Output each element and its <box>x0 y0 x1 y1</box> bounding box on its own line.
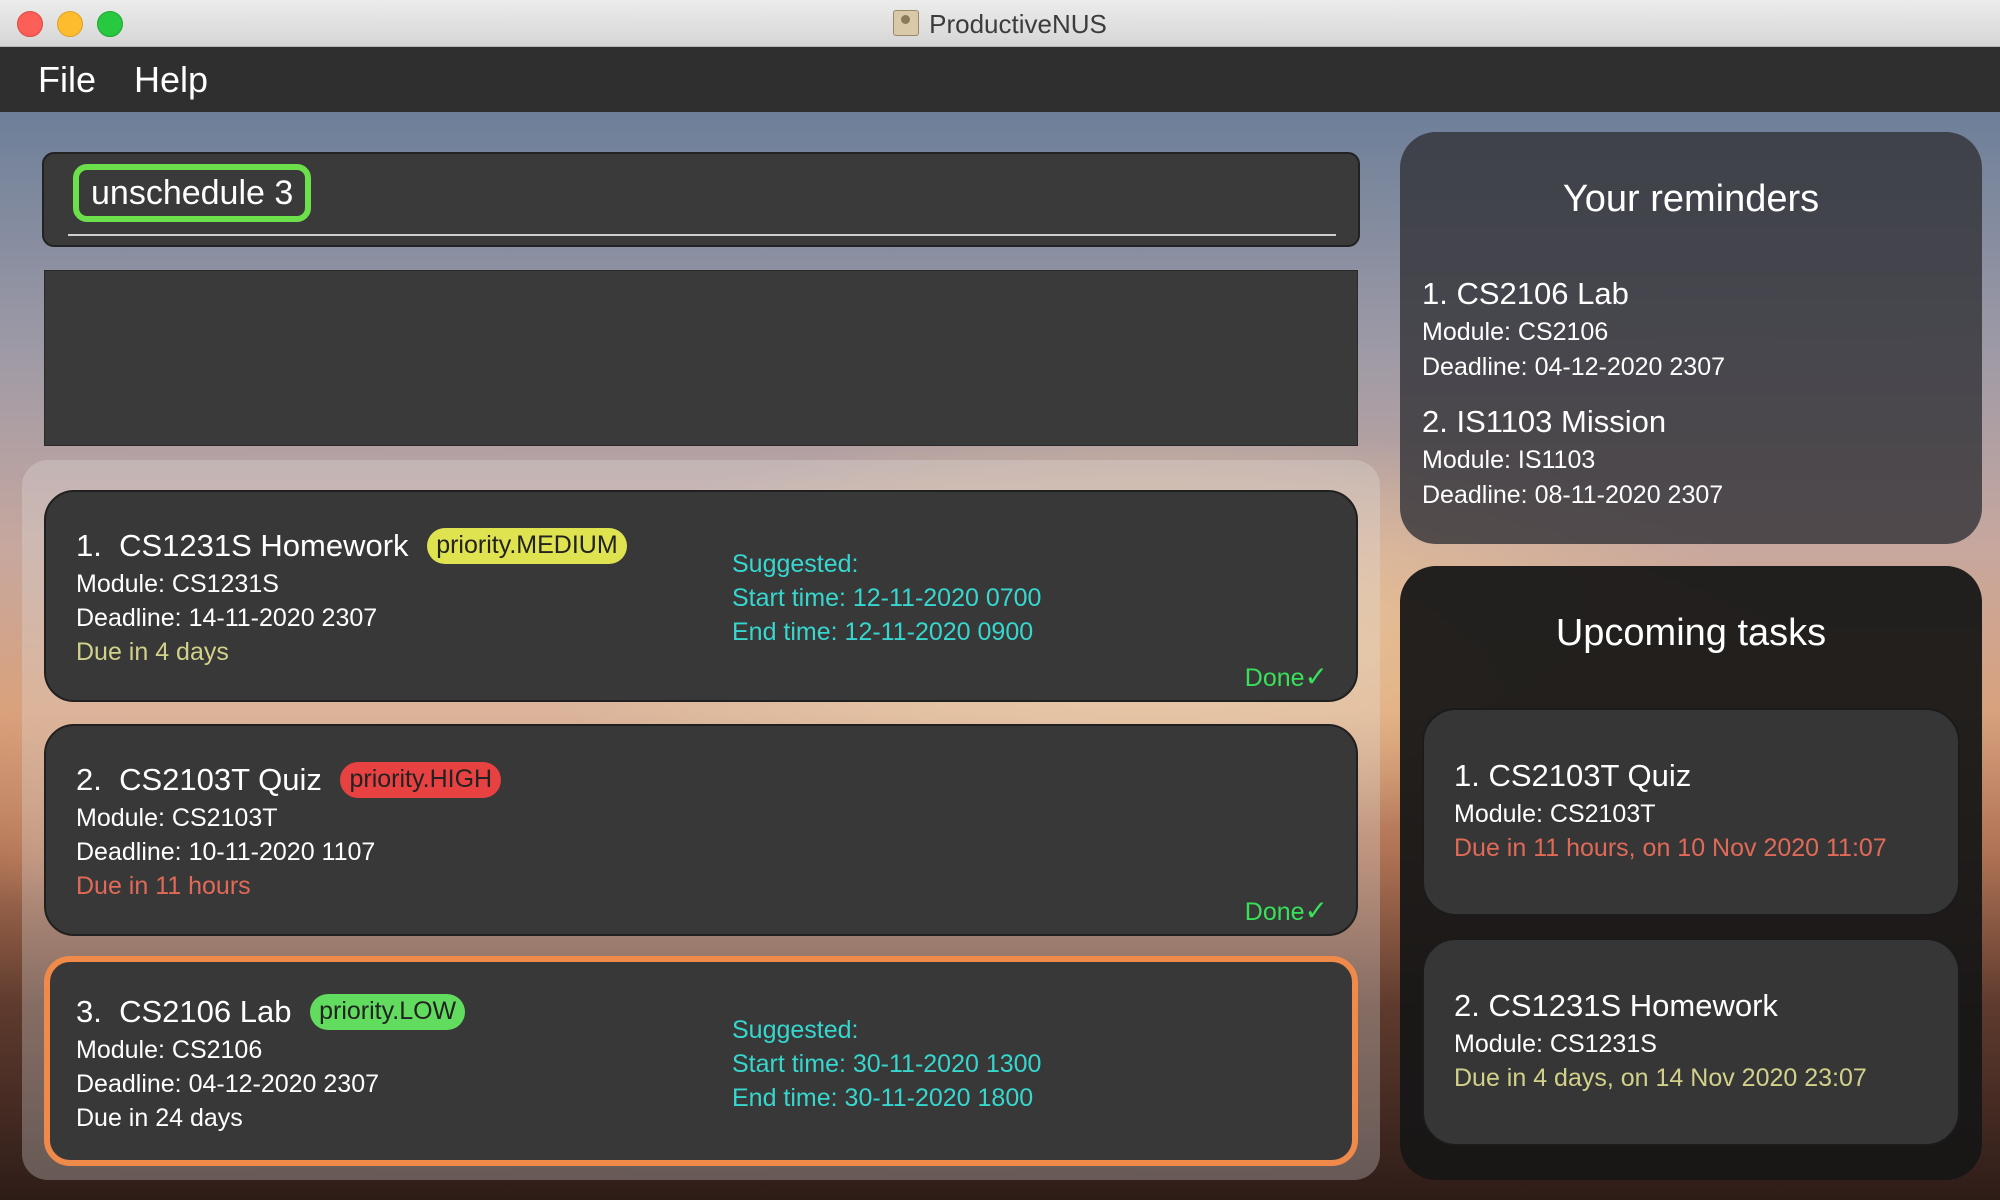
priority-badge: priority.LOW <box>310 994 466 1030</box>
window-title: ProductiveNUS <box>929 9 1107 39</box>
suggested-end: End time: 12-11-2020 0900 <box>732 618 1034 646</box>
task-due: Due in 4 days <box>76 638 229 666</box>
task-module: Module: CS1231S <box>76 570 279 598</box>
reminder-deadline: Deadline: 08-11-2020 2307 <box>1422 481 1724 509</box>
task-deadline: Deadline: 10-11-2020 1107 <box>76 838 376 866</box>
task-index: 3. <box>76 994 102 1029</box>
suggested-label: Suggested: <box>732 550 859 578</box>
check-icon: ✓ <box>1304 661 1328 692</box>
reminder-heading: 2. IS1103 Mission <box>1422 404 1667 439</box>
priority-badge: priority.HIGH <box>340 762 502 798</box>
task-due: Due in 24 days <box>76 1104 243 1132</box>
reminders-title: Your reminders <box>1562 178 1820 220</box>
task-deadline: Deadline: 04-12-2020 2307 <box>76 1070 380 1098</box>
task-index: 2. <box>76 762 102 797</box>
task-name: CS2106 Lab <box>119 994 292 1029</box>
done-status: Done✓ <box>1245 660 1328 693</box>
reminder-heading: 1. CS2106 Lab <box>1422 276 1629 311</box>
task-name: CS2103T Quiz <box>119 762 322 797</box>
result-display <box>44 270 1358 446</box>
upcoming-card[interactable]: 1. CS2103T Quiz Module: CS2103T Due in 1… <box>1422 708 1960 916</box>
menu-bar: File Help <box>0 47 2000 113</box>
done-label: Done <box>1244 898 1305 926</box>
task-title-row: 1. CS1231S Homework priority.MEDIUM <box>76 528 627 564</box>
reminders-panel: Your reminders 1. CS2106 Lab Module: CS2… <box>1400 132 1982 544</box>
suggested-start: Start time: 30-11-2020 1300 <box>732 1050 1042 1078</box>
command-underline <box>68 234 1336 236</box>
command-box[interactable]: unschedule 3 <box>42 152 1360 247</box>
task-card[interactable]: 2. CS2103T Quiz priority.HIGH Module: CS… <box>44 724 1358 936</box>
upcoming-heading: 1. CS2103T Quiz <box>1454 758 1692 793</box>
upcoming-panel: Upcoming tasks 1. CS2103T Quiz Module: C… <box>1400 566 1982 1180</box>
command-input[interactable]: unschedule 3 <box>73 164 312 222</box>
task-name: CS1231S Homework <box>119 528 409 563</box>
task-card[interactable]: 1. CS1231S Homework priority.MEDIUM Modu… <box>44 490 1358 702</box>
menu-help[interactable]: Help <box>134 59 208 101</box>
suggested-start: Start time: 12-11-2020 0700 <box>732 584 1042 612</box>
task-due: Due in 11 hours <box>76 872 251 900</box>
done-label: Done <box>1244 664 1305 692</box>
upcoming-module: Module: CS2103T <box>1454 800 1656 828</box>
window-titlebar: ProductiveNUS <box>0 0 2000 47</box>
upcoming-due: Due in 4 days, on 14 Nov 2020 23:07 <box>1454 1064 1867 1092</box>
done-status: Done✓ <box>1245 894 1328 927</box>
task-title-row: 3. CS2106 Lab priority.LOW <box>76 994 466 1030</box>
check-icon: ✓ <box>1304 895 1328 926</box>
suggested-label: Suggested: <box>732 1016 859 1044</box>
upcoming-heading: 2. CS1231S Homework <box>1454 988 1778 1023</box>
task-module: Module: CS2103T <box>76 804 278 832</box>
menu-file[interactable]: File <box>38 59 96 101</box>
priority-badge: priority.MEDIUM <box>427 528 627 564</box>
app-icon <box>893 10 920 36</box>
reminder-item[interactable]: 1. CS2106 Lab Module: CS2106 Deadline: 0… <box>1422 276 1725 382</box>
upcoming-card[interactable]: 2. CS1231S Homework Module: CS1231S Due … <box>1422 938 1960 1146</box>
task-module: Module: CS2106 <box>76 1036 263 1064</box>
window-title-wrap: ProductiveNUS <box>0 9 2000 40</box>
reminder-item[interactable]: 2. IS1103 Mission Module: IS1103 Deadlin… <box>1422 404 1723 510</box>
task-index: 1. <box>76 528 102 563</box>
task-card-selected[interactable]: 3. CS2106 Lab priority.LOW Module: CS210… <box>44 956 1358 1166</box>
reminder-module: Module: IS1103 <box>1422 446 1596 474</box>
upcoming-title: Upcoming tasks <box>1555 612 1827 654</box>
suggested-end: End time: 30-11-2020 1800 <box>732 1084 1034 1112</box>
task-deadline: Deadline: 14-11-2020 2307 <box>76 604 378 632</box>
task-title-row: 2. CS2103T Quiz priority.HIGH <box>76 762 502 798</box>
reminder-deadline: Deadline: 04-12-2020 2307 <box>1422 353 1726 381</box>
upcoming-due: Due in 11 hours, on 10 Nov 2020 11:07 <box>1454 834 1887 862</box>
upcoming-module: Module: CS1231S <box>1454 1030 1657 1058</box>
reminder-module: Module: CS2106 <box>1422 318 1609 346</box>
